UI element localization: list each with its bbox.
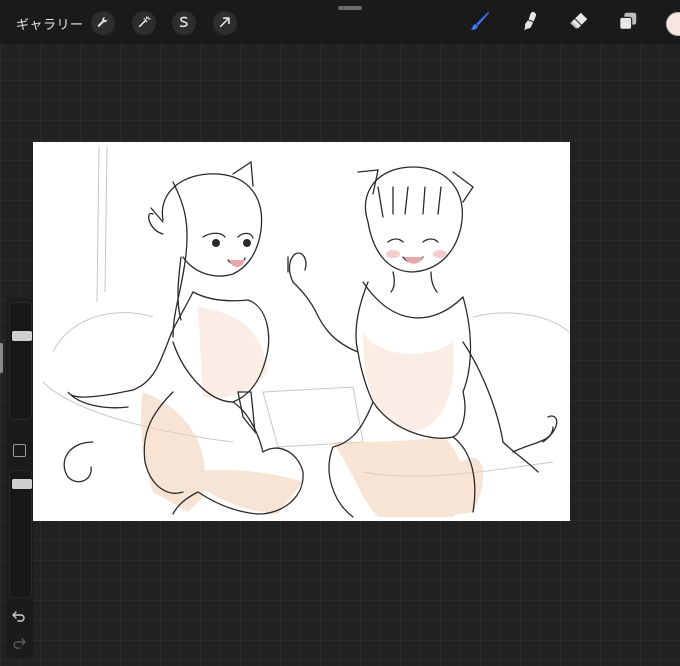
opacity-slider[interactable] — [9, 470, 32, 598]
procreate-app: ギャラリー — [0, 0, 680, 666]
smudge-tool[interactable] — [518, 11, 542, 35]
undo-button[interactable] — [10, 607, 28, 625]
gallery-button[interactable]: ギャラリー — [16, 14, 84, 33]
smudge-icon — [519, 10, 541, 36]
toolbar-handle[interactable] — [338, 6, 362, 10]
adjustments-button[interactable] — [132, 11, 156, 35]
brush-tool[interactable] — [468, 11, 492, 35]
color-swatch-button[interactable] — [666, 12, 680, 36]
sidebar-position-tab[interactable] — [0, 343, 3, 373]
left-sidebar — [6, 298, 33, 658]
magic-wand-icon — [137, 14, 151, 33]
redo-button[interactable] — [10, 634, 28, 652]
eraser-icon — [568, 10, 590, 36]
redo-icon — [12, 634, 26, 653]
drawing-canvas[interactable] — [33, 142, 570, 521]
layers-icon — [617, 10, 639, 36]
selection-button[interactable] — [172, 11, 196, 35]
undo-icon — [12, 607, 26, 626]
artwork — [42, 145, 570, 518]
brush-icon — [469, 10, 491, 36]
wrench-icon — [96, 14, 110, 33]
modify-button[interactable] — [13, 444, 26, 457]
selection-icon — [177, 14, 191, 33]
brush-size-knob[interactable] — [12, 330, 32, 341]
top-toolbar: ギャラリー — [0, 0, 680, 44]
actions-button[interactable] — [91, 11, 115, 35]
transform-arrow-icon — [218, 14, 232, 33]
layers-tool[interactable] — [616, 11, 640, 35]
transform-button[interactable] — [213, 11, 237, 35]
eraser-tool[interactable] — [567, 11, 591, 35]
brush-size-slider[interactable] — [9, 302, 32, 420]
opacity-knob[interactable] — [12, 478, 32, 489]
